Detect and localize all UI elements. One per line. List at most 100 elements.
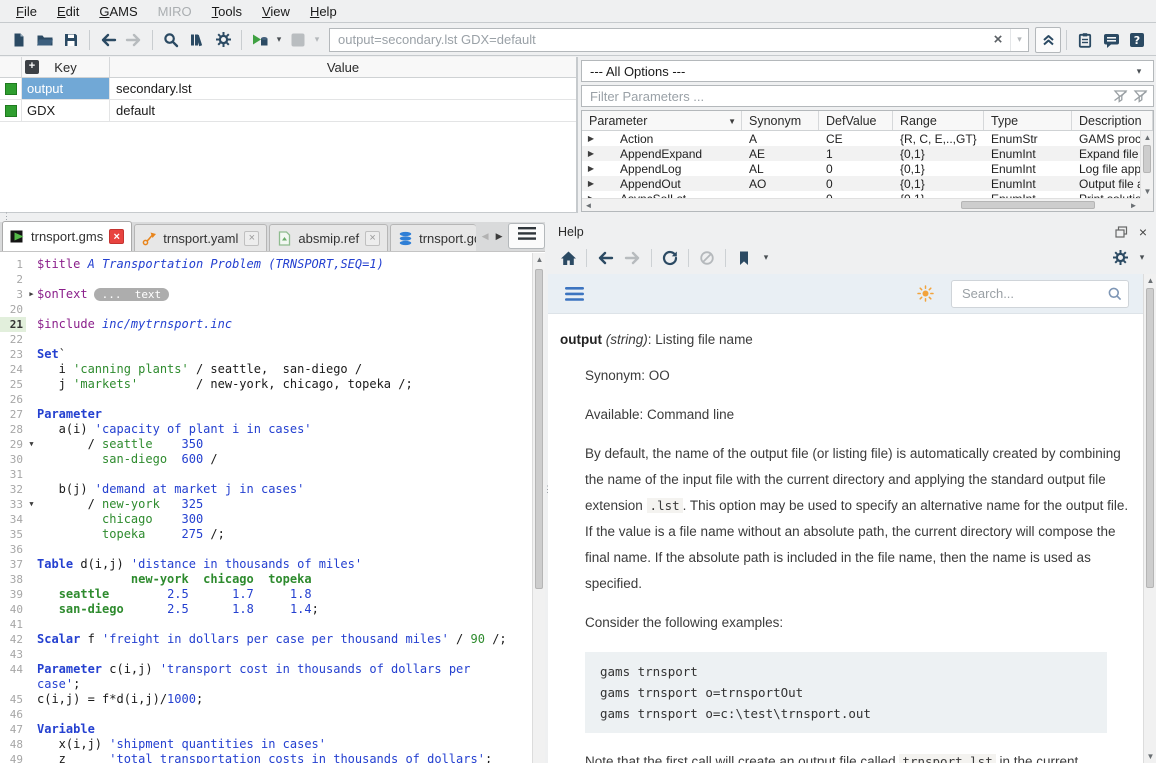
menu-gams[interactable]: GAMS [89, 2, 147, 21]
close-tab-icon[interactable]: × [244, 231, 259, 246]
close-tab-icon[interactable]: × [109, 229, 124, 244]
expand-row-icon[interactable]: ▶ [582, 134, 600, 143]
menu-view[interactable]: View [252, 2, 300, 21]
open-file-icon[interactable] [32, 27, 58, 53]
scrollbar-thumb[interactable] [1146, 288, 1154, 588]
help-badge-icon[interactable]: ? [1124, 27, 1150, 53]
code-line: 40 san-diego 2.5 1.8 1.4; [0, 602, 532, 617]
show-log-output-icon[interactable] [1098, 27, 1124, 53]
parameter-row[interactable]: ▶AppendOutAO0{0,1}EnumIntOutput file app… [582, 176, 1140, 191]
code-area[interactable]: 1$title A Transportation Problem (TRNSPO… [0, 253, 532, 763]
scroll-down-icon[interactable]: ▼ [1141, 185, 1154, 198]
theme-sun-icon[interactable] [913, 282, 937, 306]
scroll-up-icon[interactable]: ▲ [533, 253, 546, 266]
parameter-row[interactable]: ▶AppendLogAL0{0,1}EnumIntLog file append… [582, 161, 1140, 176]
back-icon[interactable] [95, 27, 121, 53]
settings-gear-icon[interactable] [210, 27, 236, 53]
horizontal-splitter[interactable]: ⋮ [0, 213, 1156, 222]
show-process-log-icon[interactable] [1072, 27, 1098, 53]
kv-value-cell[interactable]: secondary.lst [110, 78, 576, 99]
filter-parameters-input[interactable] [582, 89, 1110, 104]
close-tab-icon[interactable]: × [365, 231, 380, 246]
new-file-icon[interactable] [6, 27, 32, 53]
run-gams-icon[interactable] [247, 27, 273, 53]
clear-parameter-icon[interactable]: × [986, 31, 1010, 48]
editor-vertical-scrollbar[interactable]: ▲ [532, 253, 545, 763]
fold-marker-icon[interactable]: ▶ [26, 287, 37, 302]
docs-search-magnifier-icon[interactable] [1102, 282, 1128, 306]
scroll-down-icon[interactable]: ▼ [1144, 750, 1156, 763]
save-icon[interactable] [58, 27, 84, 53]
expand-row-icon[interactable]: ▶ [582, 179, 600, 188]
tab-trnsport-gms[interactable]: trnsport.gms× [2, 221, 132, 251]
menu-help[interactable]: Help [300, 2, 347, 21]
help-back-icon[interactable] [593, 246, 617, 270]
parameter-dropdown-icon[interactable]: ▾ [1010, 29, 1028, 51]
scrollbar-thumb[interactable] [535, 269, 543, 589]
menu-tools[interactable]: Tools [202, 2, 252, 21]
parameter-row[interactable]: ▶ActionACE{R, C, E,..,GT}EnumStrGAMS pro… [582, 131, 1140, 146]
tab-absmip-ref[interactable]: absmip.ref× [269, 224, 388, 251]
menu-file[interactable]: File [6, 2, 47, 21]
reload-icon[interactable] [658, 246, 682, 270]
docs-hamburger-icon[interactable] [562, 282, 586, 306]
editor-tab-list-menu[interactable] [508, 223, 545, 249]
add-parameter-icon[interactable]: + [25, 60, 39, 74]
help-settings-dropdown-icon[interactable]: ▾ [1136, 252, 1148, 263]
menu-miro[interactable]: MIRO [148, 2, 202, 21]
search-icon[interactable] [158, 27, 184, 53]
kv-key-cell[interactable]: output [22, 78, 110, 99]
disable-filter-icon[interactable] [1130, 89, 1150, 103]
scroll-left-icon[interactable]: ◄ [582, 199, 595, 212]
options-group-dropdown[interactable]: --- All Options --- ▾ [581, 60, 1154, 82]
paragraph-text: Consider the following examples: [585, 615, 783, 630]
help-settings-gear-icon[interactable] [1108, 246, 1132, 270]
column-header-synonym[interactable]: Synonym [742, 111, 819, 130]
gams-parameter-combobox[interactable]: × ▾ [329, 28, 1029, 52]
expand-row-icon[interactable]: ▶ [582, 164, 600, 173]
scrollbar-thumb[interactable] [961, 201, 1095, 209]
column-header-parameter[interactable]: Parameter▼ [582, 111, 742, 130]
clear-filter-icon[interactable] [1110, 89, 1130, 103]
fold-marker-icon[interactable]: ▼ [26, 437, 37, 452]
help-vertical-scrollbar[interactable]: ▲ ▼ [1143, 274, 1156, 763]
code-token: 'markets' [73, 377, 138, 391]
expand-row-icon[interactable]: ▶ [582, 149, 600, 158]
scroll-up-icon[interactable]: ▲ [1144, 274, 1156, 287]
column-header-description[interactable]: Description [1072, 111, 1153, 130]
gams-parameter-input[interactable] [330, 29, 986, 51]
tab-trnsport-yaml[interactable]: trnsport.yaml× [134, 224, 267, 251]
code-line: 33▼ / new-york 325 [0, 497, 532, 512]
scroll-right-icon[interactable]: ► [1127, 199, 1140, 212]
parameters-vertical-scrollbar[interactable]: ▲ ▼ [1140, 131, 1153, 198]
menu-edit[interactable]: Edit [47, 2, 89, 21]
model-library-icon[interactable] [184, 27, 210, 53]
column-header-range[interactable]: Range [893, 111, 984, 130]
kv-value-column-header[interactable]: Value [110, 57, 576, 77]
tab-trnsport-gdx[interactable]: trnsport.gdx [390, 224, 476, 251]
fold-marker-icon[interactable]: ▼ [26, 497, 37, 512]
parameter-row[interactable]: ▶AppendExpandAE1{0,1}EnumIntExpand file … [582, 146, 1140, 161]
close-panel-icon[interactable]: × [1136, 225, 1150, 239]
parameter-row[interactable]: ▶AsyncSolLst0{0,1}EnumIntPrint solution … [582, 191, 1140, 198]
docs-search-box[interactable] [951, 280, 1129, 308]
kv-key-cell[interactable]: GDX [22, 100, 110, 121]
bookmark-dropdown-icon[interactable]: ▾ [760, 252, 772, 263]
collapse-parameter-editor-icon[interactable] [1035, 27, 1061, 53]
tabs-scroll-right-icon[interactable]: ▶ [492, 231, 506, 242]
folded-block-pill[interactable]: ... text [94, 288, 170, 301]
kv-key-column-header[interactable]: + Key [22, 57, 110, 77]
home-icon[interactable] [556, 246, 580, 270]
tabs-scroll-left-icon: ◀ [478, 231, 492, 242]
bookmark-icon[interactable] [732, 246, 756, 270]
kv-value-cell[interactable]: default [110, 100, 576, 121]
parameters-horizontal-scrollbar[interactable]: ◄ ► [582, 198, 1140, 211]
scroll-up-icon[interactable]: ▲ [1141, 131, 1154, 144]
filter-parameters-field[interactable] [581, 85, 1154, 107]
column-header-type[interactable]: Type [984, 111, 1072, 130]
column-header-defvalue[interactable]: DefValue [819, 111, 893, 130]
run-dropdown-icon[interactable]: ▾ [273, 34, 285, 45]
docs-search-input[interactable] [952, 286, 1102, 301]
scrollbar-thumb[interactable] [1143, 145, 1151, 173]
float-panel-icon[interactable] [1114, 225, 1128, 239]
